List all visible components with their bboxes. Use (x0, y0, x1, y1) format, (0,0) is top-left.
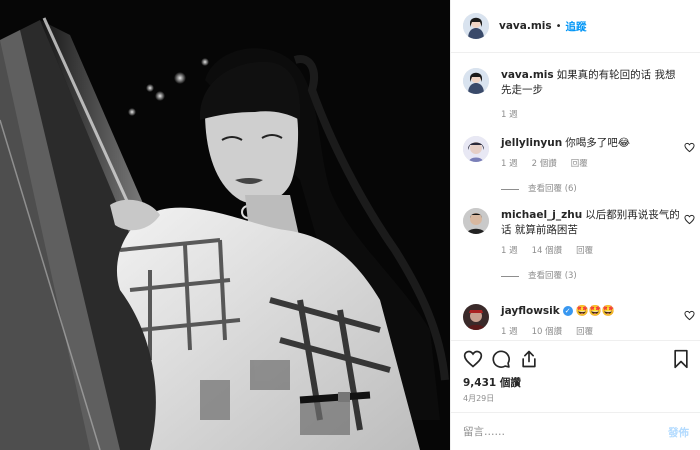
avatar-image (463, 208, 489, 234)
comment-text: 🤩🤩🤩 (575, 305, 615, 317)
view-replies-button[interactable]: 查看回覆 (3) (501, 269, 685, 284)
comment-time[interactable]: 1 週 (501, 244, 518, 259)
commenter-username[interactable]: jellylinyun (501, 137, 562, 149)
author-avatar[interactable] (463, 13, 489, 39)
caption-username[interactable]: vava.mis (501, 69, 554, 81)
view-replies-label: 查看回覆 (3) (528, 271, 577, 281)
comment-meta: 1 週 2 個讚 回覆 (501, 157, 685, 172)
replies-line (501, 189, 519, 190)
comment-body: jayflowsik ✓ 🤩🤩🤩 1 週 10 個讚 回覆 (501, 304, 685, 340)
action-bar: 9,431 個讚 4月29日 (451, 340, 700, 410)
comment-text: 你喝多了吧😂 (565, 137, 631, 149)
heart-icon[interactable] (684, 142, 695, 153)
comment-time[interactable]: 1 週 (501, 325, 518, 340)
comment-meta: 1 週 14 個讚 回覆 (501, 244, 685, 259)
post-comment-button[interactable]: 發佈 (668, 425, 689, 440)
caption-time[interactable]: 1 週 (501, 108, 518, 123)
comment-time[interactable]: 1 週 (501, 157, 518, 172)
commenter-username[interactable]: michael_j_zhu (501, 209, 582, 221)
comment-likes[interactable]: 2 個讚 (532, 157, 557, 172)
bookmark-icon[interactable] (671, 349, 691, 369)
commenter-avatar[interactable] (463, 304, 489, 330)
reply-button[interactable]: 回覆 (576, 325, 593, 340)
commenter-avatar[interactable] (463, 136, 489, 162)
comment-input[interactable] (463, 422, 643, 442)
share-icon[interactable] (519, 349, 539, 369)
commenter-username[interactable]: jayflowsik (501, 305, 560, 317)
comment-body: jellylinyun 你喝多了吧😂 1 週 2 個讚 回覆 查看回覆 (6) (501, 136, 685, 197)
heart-icon[interactable] (463, 349, 483, 369)
comment-meta: 1 週 10 個讚 回覆 (501, 325, 685, 340)
reply-button[interactable]: 回覆 (576, 244, 593, 259)
comment-body: michael_j_zhu 以后都别再说丧气的话 就算前路困苦 1 週 14 個讚… (501, 208, 685, 284)
view-replies-button[interactable]: 查看回覆 (6) (501, 182, 685, 197)
post-photo[interactable] (0, 0, 450, 450)
view-replies-label: 查看回覆 (6) (528, 184, 577, 194)
separator-dot: • (555, 20, 562, 32)
post-sidebar: vava.mis • 追蹤 vava.mis如果真的有轮回的话 我想先走一步 (450, 0, 700, 450)
comments-list[interactable]: vava.mis 如果真的有轮回的话 我想先走一步 1 週 jellylinyu… (451, 54, 700, 340)
avatar-image (463, 68, 489, 94)
likes-count[interactable]: 9,431 個讚 (463, 375, 521, 390)
comment-composer: 發佈 (451, 412, 700, 450)
comment-likes[interactable]: 10 個讚 (532, 325, 563, 340)
author-avatar[interactable] (463, 68, 489, 94)
comment-likes[interactable]: 14 個讚 (532, 244, 563, 259)
action-icons (463, 349, 691, 371)
avatar-image (463, 136, 489, 162)
caption-meta: 1 週 (501, 108, 685, 123)
heart-icon[interactable] (684, 214, 695, 225)
post-dialog: vava.mis • 追蹤 vava.mis如果真的有轮回的话 我想先走一步 (0, 0, 700, 450)
avatar-image (463, 13, 489, 39)
comment-icon[interactable] (491, 349, 511, 369)
commenter-avatar[interactable] (463, 208, 489, 234)
caption-body: vava.mis 如果真的有轮回的话 我想先走一步 1 週 (501, 68, 685, 123)
follow-button[interactable]: 追蹤 (566, 19, 587, 34)
verified-badge-icon: ✓ (562, 306, 573, 316)
author-username[interactable]: vava.mis (499, 20, 552, 32)
post-date[interactable]: 4月29日 (463, 393, 494, 404)
reply-button[interactable]: 回覆 (571, 157, 588, 172)
post-header: vava.mis • 追蹤 (451, 0, 700, 53)
replies-line (501, 276, 519, 277)
avatar-image (463, 304, 489, 330)
photo-illustration (0, 0, 450, 450)
heart-icon[interactable] (684, 310, 695, 321)
